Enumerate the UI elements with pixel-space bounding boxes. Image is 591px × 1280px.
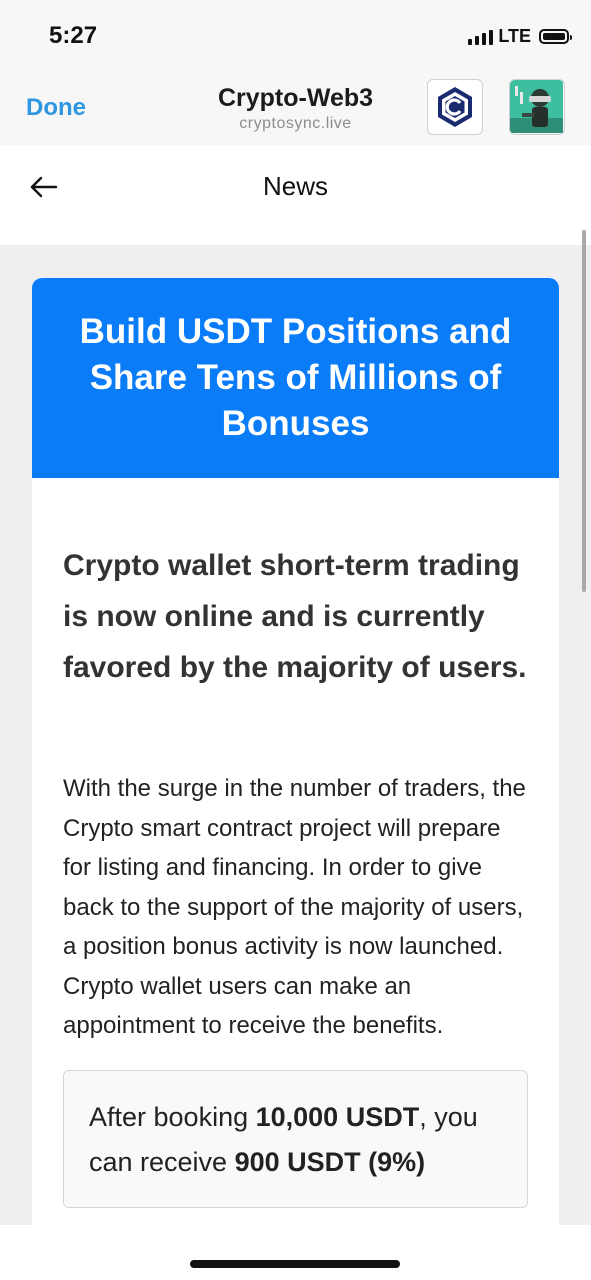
avatar-icon[interactable] bbox=[509, 79, 565, 135]
network-type: LTE bbox=[498, 26, 531, 46]
bonus-prefix: After booking bbox=[89, 1102, 256, 1132]
article-body: With the surge in the number of traders,… bbox=[63, 775, 526, 1039]
bonus-tier-box: After booking 10,000 USDT, you can recei… bbox=[63, 1070, 528, 1208]
status-indicators: LTE bbox=[468, 26, 572, 47]
article-card: Build USDT Positions and Share Tens of M… bbox=[32, 278, 559, 1225]
article-lead: Crypto wallet short-term trading is now … bbox=[63, 549, 527, 684]
home-indicator[interactable] bbox=[190, 1260, 400, 1268]
signal-icon bbox=[468, 29, 494, 45]
bonus-reward: 900 USDT (9%) bbox=[234, 1147, 426, 1177]
battery-icon bbox=[539, 29, 572, 44]
article-banner-title: Build USDT Positions and Share Tens of M… bbox=[79, 312, 512, 443]
status-bar: 5:27 LTE bbox=[0, 0, 591, 68]
page-nav: News bbox=[0, 145, 591, 245]
scrollbar[interactable] bbox=[582, 230, 586, 592]
status-time: 5:27 bbox=[49, 22, 98, 49]
bonus-amount: 10,000 USDT bbox=[255, 1102, 420, 1132]
site-url: cryptosync.live bbox=[239, 115, 352, 132]
home-area bbox=[0, 1225, 591, 1280]
site-title: Crypto-Web3 bbox=[217, 84, 374, 112]
article-scroll-area[interactable]: Build USDT Positions and Share Tens of M… bbox=[0, 245, 591, 1225]
bonus-tier-text: After booking 10,000 USDT, you can recei… bbox=[89, 1095, 509, 1185]
cronos-logo-icon[interactable] bbox=[427, 79, 483, 135]
page-title: News bbox=[262, 171, 328, 201]
browser-header: Done Crypto-Web3 cryptosync.live bbox=[0, 68, 591, 145]
article-banner: Build USDT Positions and Share Tens of M… bbox=[32, 278, 559, 478]
